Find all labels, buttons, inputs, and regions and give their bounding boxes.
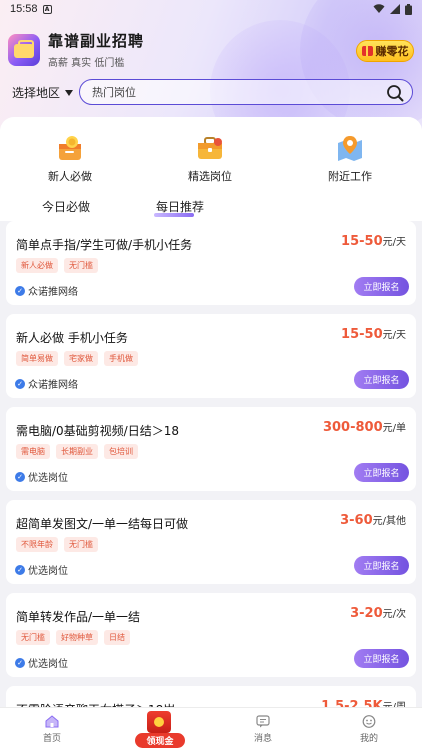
status-bar: 15:58 A (0, 0, 422, 18)
job-tag: 无门槛 (16, 630, 50, 645)
search-input[interactable]: 热门岗位 (79, 79, 413, 105)
apply-button[interactable]: 立即报名 (354, 370, 409, 389)
caret-down-icon (65, 89, 74, 96)
briefcase-icon (198, 137, 222, 159)
tab-mine[interactable]: 我的 (339, 715, 399, 744)
job-tag: 简单易做 (16, 351, 58, 366)
signal-icon (390, 4, 400, 14)
verified-icon: ✓ (15, 378, 25, 389)
region-label: 选择地区 (12, 86, 61, 100)
job-title: 新人必做 手机小任务 (16, 331, 128, 345)
tab-home[interactable]: 首页 (22, 715, 82, 744)
tab-label: 消息 (253, 734, 272, 744)
wifi-icon (373, 4, 385, 13)
verified-icon: ✓ (15, 657, 25, 668)
job-tag: 无门槛 (64, 258, 98, 273)
job-salary: 3-60元/其他 (340, 513, 406, 528)
active-tab-indicator (154, 213, 194, 217)
coin-box-icon (59, 136, 81, 160)
job-tag: 无门槛 (64, 537, 98, 552)
job-tag: 好物种草 (56, 630, 98, 645)
job-salary: 15-50元/天 (341, 327, 406, 342)
search-icon[interactable] (386, 84, 404, 102)
list-tabs: 今日必做 每日推荐 (0, 195, 422, 221)
job-company: ✓ 优选岗位 (15, 562, 68, 577)
battery-icon (405, 3, 412, 15)
search-placeholder: 热门岗位 (92, 86, 136, 99)
apply-button[interactable]: 立即报名 (354, 556, 409, 575)
job-tag: 需电脑 (16, 444, 50, 459)
job-title: 简单转发作品/一单一结 (16, 610, 141, 624)
app-title: 靠谱副业招聘 (48, 32, 145, 50)
earn-pocket-money-button[interactable]: 赚零花 (356, 40, 414, 62)
home-icon (45, 715, 59, 728)
job-tag: 不限年龄 (16, 537, 58, 552)
message-icon (256, 715, 270, 728)
bottom-tab-bar: 首页 消息 我的 (0, 707, 422, 750)
apply-button[interactable]: 立即报名 (354, 277, 409, 296)
job-company: ✓ 优选岗位 (15, 655, 68, 670)
job-card[interactable]: 简单转发作品/一单一结 3-20元/次 无门槛 好物种草 日结 ✓ 优选岗位 立即… (6, 593, 416, 677)
tab-messages[interactable]: 消息 (233, 715, 293, 744)
category-nearby-jobs[interactable]: 附近工作 (280, 117, 420, 195)
job-salary: 15-50元/天 (341, 234, 406, 249)
job-salary: 3-20元/次 (350, 606, 406, 621)
tab-label: 我的 (359, 734, 378, 744)
category-featured-jobs[interactable]: 精选岗位 (140, 117, 280, 195)
job-card[interactable]: 新人必做 手机小任务 15-50元/天 简单易做 宅家做 手机做 ✓ 众诺推网络 … (6, 314, 416, 398)
job-company: ✓ 优选岗位 (15, 469, 68, 484)
category-label: 附近工作 (328, 170, 372, 183)
verified-icon: ✓ (15, 471, 25, 482)
job-tag: 长期副业 (56, 444, 98, 459)
job-tag: 宅家做 (64, 351, 98, 366)
job-title: 简单点手指/学生可做/手机小任务 (16, 238, 193, 252)
tab-label: 首页 (42, 734, 61, 744)
job-tag: 包培训 (104, 444, 138, 459)
verified-icon: ✓ (15, 564, 25, 575)
tab-today-must-do[interactable]: 今日必做 (42, 198, 90, 215)
app-logo-icon (8, 33, 40, 66)
category-newbie[interactable]: 新人必做 (0, 117, 140, 195)
region-selector[interactable]: 选择地区 (12, 84, 74, 101)
job-card[interactable]: 简单点手指/学生可做/手机小任务 15-50元/天 新人必做 无门槛 ✓ 众诺推网… (6, 221, 416, 305)
main-content: 新人必做 精选岗位 附近工作 今日必做 每日推荐 简单点手指/学生可做/手机小任… (0, 117, 422, 720)
job-company: ✓ 众诺推网络 (15, 283, 78, 298)
job-salary: 300-800元/单 (322, 420, 406, 435)
category-label: 新人必做 (48, 170, 92, 183)
category-label: 精选岗位 (188, 170, 232, 183)
job-tag: 日结 (104, 630, 130, 645)
job-company: ✓ 众诺推网络 (15, 376, 78, 391)
category-row: 新人必做 精选岗位 附近工作 (0, 117, 422, 195)
red-envelope-icon (147, 711, 171, 733)
user-icon (362, 715, 376, 728)
status-time: 15:58 (10, 3, 38, 15)
verified-icon: ✓ (15, 285, 25, 296)
earn-label: 赚零花 (375, 45, 409, 58)
app-subtitle: 高薪 真实 低门槛 (48, 58, 125, 69)
job-tag: 新人必做 (16, 258, 58, 273)
job-title: 需电脑/0基础剪视频/日结＞18 (16, 424, 179, 438)
apply-button[interactable]: 立即报名 (354, 463, 409, 482)
apply-button[interactable]: 立即报名 (354, 649, 409, 668)
gift-icon (361, 46, 373, 56)
app-header: 靠谱副业招聘 高薪 真实 低门槛 (8, 30, 144, 69)
job-card[interactable]: 超简单发图文/一单一结每日可做 3-60元/其他 不限年龄 无门槛 ✓ 优选岗位 … (6, 500, 416, 584)
tab-get-cash[interactable]: 领现金 (134, 711, 185, 749)
notification-a-icon: A (42, 4, 52, 14)
job-card[interactable]: 需电脑/0基础剪视频/日结＞18 300-800元/单 需电脑 长期副业 包培训… (6, 407, 416, 491)
job-tag: 手机做 (104, 351, 138, 366)
map-pin-icon (338, 136, 362, 161)
tab-label: 领现金 (135, 733, 185, 748)
job-title: 超简单发图文/一单一结每日可做 (16, 517, 189, 531)
